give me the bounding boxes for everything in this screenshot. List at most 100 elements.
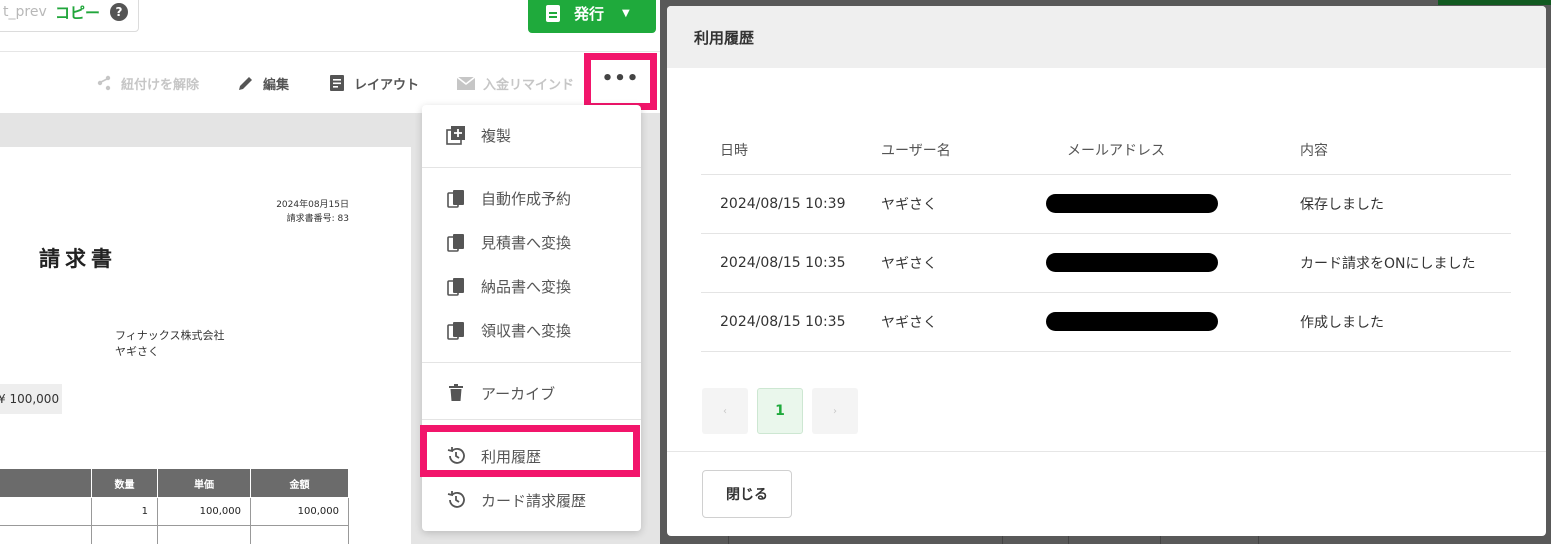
table-cell: 100,000 [157, 497, 251, 526]
sender-block: フィナックス株式会社 ヤギさく [115, 328, 224, 360]
pagination-next-button[interactable]: › [812, 388, 858, 434]
items-table: 数量 単価 金額 1 100,000 100,000 [0, 468, 349, 544]
more-options-button[interactable]: ••• [584, 53, 657, 110]
divider [422, 362, 641, 363]
table-cell [91, 525, 158, 544]
screen: t_prev コピー ? 発行 ▼ 紐付けを解除 編集 レイアウト 入金リマイン… [0, 0, 1551, 544]
divider [422, 167, 641, 168]
modal-title: 利用履歴 [667, 6, 1546, 68]
divider [422, 419, 641, 420]
invoice-date-block: 2024年08月15日 請求書番号: 83 [276, 198, 349, 226]
more-icon: ••• [601, 68, 640, 89]
unlink-label: 紐付けを解除 [121, 77, 200, 93]
close-button[interactable]: 閉じる [702, 470, 792, 518]
menu-item-label: カード請求履歴 [481, 491, 587, 510]
cell-email [1046, 292, 1281, 352]
payment-reminder-button[interactable]: 入金リマインド [456, 70, 574, 96]
table-row: 2024/08/15 10:39 ヤギさく 保存しました [701, 174, 1511, 234]
copy-doc-icon [446, 320, 466, 340]
column-header: 内容 [1281, 127, 1511, 175]
copy-link[interactable]: コピー [55, 2, 100, 23]
menu-item-duplicate[interactable]: 複製 [422, 115, 641, 155]
menu-item-auto-create[interactable]: 自動作成予約 [422, 178, 641, 218]
menu-item-label: 利用履歴 [481, 447, 542, 466]
copy-doc-icon [446, 232, 466, 252]
cell-email [1046, 233, 1281, 293]
usage-history-modal: 利用履歴 日時 ユーザー名 メールアドレス 内容 2024/08/15 10:3… [667, 6, 1546, 536]
table-row: 1 100,000 100,000 [0, 497, 349, 526]
menu-item-usage-history[interactable]: 利用履歴 [422, 436, 641, 476]
document-icon [546, 5, 560, 22]
table-header-blank [0, 468, 92, 498]
table-cell: 100,000 [250, 497, 349, 526]
menu-item-label: 見積書へ変換 [481, 233, 572, 252]
history-table: 日時 ユーザー名 メールアドレス 内容 2024/08/15 10:39 ヤギさ… [701, 127, 1511, 352]
table-header: 金額 [250, 468, 349, 498]
redacted-email [1046, 253, 1218, 272]
menu-item-label: 自動作成予約 [481, 189, 572, 208]
edit-label: 編集 [263, 77, 290, 93]
divider [667, 451, 1546, 452]
mail-icon [456, 73, 476, 93]
pagination-prev-button[interactable]: ‹ [702, 388, 748, 434]
invoice-paper: 2024年08月15日 請求書番号: 83 請求書 フィナックス株式会社 ヤギさ… [0, 147, 411, 544]
divider [0, 51, 660, 52]
cell-datetime: 2024/08/15 10:35 [701, 292, 862, 352]
menu-item-to-estimate[interactable]: 見積書へ変換 [422, 222, 641, 262]
invoice-date: 2024年08月15日 [276, 200, 349, 210]
redacted-email [1046, 312, 1218, 331]
cell-user: ヤギさく [862, 174, 1048, 234]
issue-button-label: 発行 [574, 5, 605, 23]
company-name: フィナックス株式会社 [115, 329, 225, 342]
total-amount: ¥ 100,000 [0, 384, 62, 414]
menu-item-to-receipt[interactable]: 領収書へ変換 [422, 310, 641, 350]
url-copy-box: t_prev コピー ? [0, 0, 139, 32]
table-header-row: 数量 単価 金額 [0, 468, 349, 498]
cell-user: ヤギさく [862, 233, 1048, 293]
column-header: ユーザー名 [862, 127, 1048, 175]
more-options-menu: 複製 自動作成予約 見積書へ変換 納品書へ変換 領収書へ変換 アーカイブ 利用履… [422, 105, 641, 531]
cell-user: ヤギさく [862, 292, 1048, 352]
pagination-page-1[interactable]: 1 [757, 388, 803, 434]
menu-item-archive[interactable]: アーカイブ [422, 373, 641, 413]
table-header: 数量 [91, 468, 158, 498]
cell-datetime: 2024/08/15 10:35 [701, 233, 862, 293]
menu-item-label: アーカイブ [481, 384, 556, 403]
add-box-icon [446, 125, 466, 145]
cell-email [1046, 174, 1281, 234]
table-cell [0, 525, 92, 544]
menu-item-label: 複製 [481, 126, 512, 145]
table-cell [0, 497, 92, 526]
menu-item-card-history[interactable]: カード請求履歴 [422, 480, 641, 520]
menu-item-to-delivery[interactable]: 納品書へ変換 [422, 266, 641, 306]
layout-button[interactable]: レイアウト [327, 70, 419, 96]
unlink-button[interactable]: 紐付けを解除 [94, 70, 199, 96]
preview-url-text: t_prev [3, 4, 47, 20]
copy-doc-icon [446, 276, 466, 296]
column-header: メールアドレス [1048, 127, 1281, 175]
menu-item-label: 納品書へ変換 [481, 277, 572, 296]
redacted-email [1046, 194, 1218, 213]
table-header: 単価 [157, 468, 251, 498]
table-row: 2024/08/15 10:35 ヤギさく 作成しました [701, 292, 1511, 352]
table-cell [157, 525, 251, 544]
invoice-number: 請求書番号: 83 [286, 214, 349, 224]
help-icon[interactable]: ? [110, 3, 129, 21]
table-row: 2024/08/15 10:35 ヤギさく カード請求をONにしました [701, 233, 1511, 293]
cell-content: 作成しました [1281, 292, 1511, 352]
cell-content: カード請求をONにしました [1281, 233, 1511, 293]
cell-datetime: 2024/08/15 10:39 [701, 174, 862, 234]
cell-content: 保存しました [1281, 174, 1511, 234]
caret-down-icon: ▼ [622, 8, 630, 19]
person-name: ヤギさく [115, 345, 159, 358]
payment-reminder-label: 入金リマインド [483, 77, 575, 93]
layout-icon [327, 73, 347, 93]
history-icon [446, 490, 466, 510]
table-cell [250, 525, 349, 544]
unlink-icon [94, 73, 114, 93]
edit-button[interactable]: 編集 [236, 70, 289, 96]
invoice-title: 請求書 [39, 247, 117, 271]
invoice-editor: t_prev コピー ? 発行 ▼ 紐付けを解除 編集 レイアウト 入金リマイン… [0, 0, 660, 544]
issue-button[interactable]: 発行 ▼ [528, 0, 656, 33]
trash-icon [446, 383, 466, 403]
